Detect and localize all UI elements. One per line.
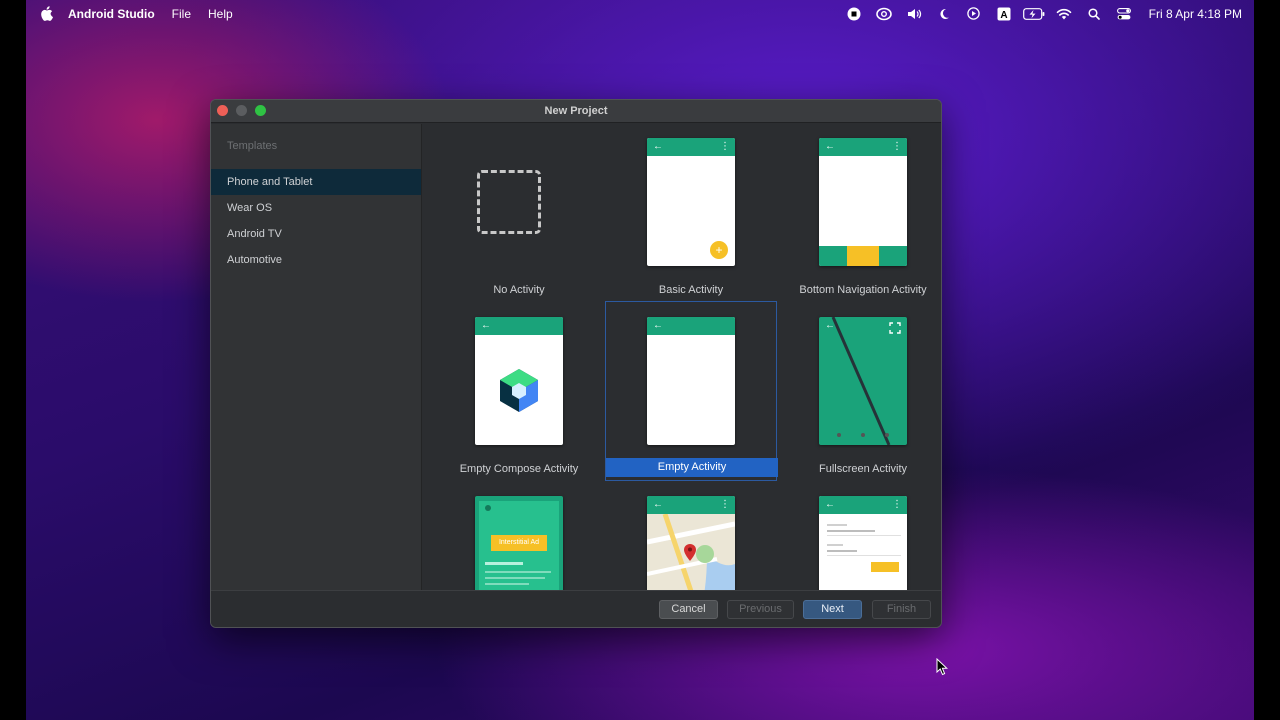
minimize-window-button[interactable]	[236, 105, 247, 116]
template-label: Empty Compose Activity	[459, 463, 579, 475]
templates-header: Templates	[227, 140, 278, 152]
creative-cloud-icon[interactable]	[869, 0, 899, 27]
phone-preview: ←	[647, 317, 735, 445]
window-titlebar[interactable]: New Project	[211, 100, 941, 123]
sidebar-item-phone-and-tablet[interactable]: Phone and Tablet	[211, 169, 421, 195]
templates-sidebar: Templates Phone and Tablet Wear OS Andro…	[211, 124, 422, 590]
back-arrow-icon: ←	[481, 320, 491, 331]
volume-icon[interactable]	[899, 0, 929, 27]
wizard-footer: Cancel Previous Next Finish	[211, 590, 941, 627]
no-activity-icon	[477, 170, 541, 234]
template-bottom-navigation-activity[interactable]: ← ⋮ Bottom Navigation Activity	[777, 124, 941, 303]
battery-icon[interactable]	[1019, 0, 1049, 27]
input-source-icon[interactable]: A	[989, 0, 1019, 27]
wifi-icon[interactable]	[1049, 0, 1079, 27]
phone-preview: ←	[475, 317, 563, 445]
template-interstitial-ad[interactable]: Interstitial Ad	[433, 482, 605, 590]
phone-preview: Interstitial Ad	[475, 496, 563, 590]
back-arrow-icon: ←	[825, 499, 835, 510]
menu-help[interactable]: Help	[208, 7, 233, 21]
map-preview	[647, 514, 735, 590]
overflow-menu-icon: ⋮	[892, 499, 902, 510]
sidebar-item-wear-os[interactable]: Wear OS	[211, 195, 421, 221]
cancel-button[interactable]: Cancel	[659, 600, 718, 619]
previous-button[interactable]: Previous	[727, 600, 794, 619]
phone-preview: ← ⋮	[647, 496, 735, 590]
template-login-activity[interactable]: ← ⋮	[777, 482, 941, 590]
phone-preview: ← ⋮	[819, 138, 907, 266]
template-label: Fullscreen Activity	[818, 463, 908, 475]
next-button[interactable]: Next	[803, 600, 862, 619]
new-project-window: New Project Templates Phone and Tablet W…	[210, 99, 942, 628]
phone-preview: ←	[819, 317, 907, 445]
template-basic-activity[interactable]: ← ⋮ + Basic Activity	[605, 124, 777, 303]
status-area: A Fri 8 Apr 4:18 PM	[839, 0, 1242, 27]
overflow-menu-icon: ⋮	[720, 499, 730, 510]
menu-bar: Android Studio File Help A Fri 8 Apr 4:1…	[26, 0, 1254, 27]
desktop: Android Studio File Help A Fri 8 Apr 4:1…	[26, 0, 1254, 720]
template-label: Empty Activity	[606, 458, 778, 477]
template-label: Basic Activity	[658, 284, 724, 296]
phone-preview: ← ⋮	[819, 496, 907, 590]
overflow-menu-icon: ⋮	[720, 141, 730, 152]
template-empty-compose-activity[interactable]: ← Empty Compose Activity	[433, 303, 605, 482]
close-window-button[interactable]	[217, 105, 228, 116]
mouse-cursor-icon	[936, 658, 948, 676]
fullscreen-icon	[889, 322, 901, 334]
sign-in-button-preview	[871, 562, 899, 572]
spotlight-search-icon[interactable]	[1079, 0, 1109, 27]
template-label: Bottom Navigation Activity	[799, 284, 927, 296]
template-empty-activity[interactable]: ← Empty Activity	[605, 301, 778, 481]
sidebar-item-automotive[interactable]: Automotive	[211, 247, 421, 273]
template-no-activity[interactable]: No Activity	[433, 124, 605, 303]
template-label: No Activity	[493, 284, 545, 296]
menu-file[interactable]: File	[172, 7, 191, 21]
screen-record-icon[interactable]	[839, 0, 869, 27]
back-arrow-icon: ←	[825, 141, 835, 152]
back-arrow-icon: ←	[825, 320, 835, 331]
input-source-label: A	[1000, 10, 1007, 21]
bottom-nav-bar	[819, 246, 907, 266]
phone-preview: ← ⋮ +	[647, 138, 735, 266]
window-title: New Project	[544, 105, 608, 117]
back-arrow-icon: ←	[653, 499, 663, 510]
back-arrow-icon: ←	[653, 141, 663, 152]
template-fullscreen-activity[interactable]: ← Fullscreen Activity	[777, 303, 941, 482]
control-center-icon[interactable]	[1109, 0, 1139, 27]
template-gallery: No Activity ← ⋮ + Basic Activity ← ⋮ Bott	[423, 124, 941, 590]
zoom-window-button[interactable]	[255, 105, 266, 116]
menubar-clock[interactable]: Fri 8 Apr 4:18 PM	[1149, 7, 1242, 21]
play-icon[interactable]	[959, 0, 989, 27]
overflow-menu-icon: ⋮	[892, 141, 902, 152]
interstitial-ad-badge: Interstitial Ad	[491, 535, 547, 551]
app-menu[interactable]: Android Studio	[68, 7, 155, 21]
do-not-disturb-icon[interactable]	[929, 0, 959, 27]
apple-icon[interactable]	[40, 5, 54, 22]
finish-button[interactable]: Finish	[872, 600, 931, 619]
template-maps-activity[interactable]: ← ⋮	[605, 482, 777, 590]
sidebar-item-android-tv[interactable]: Android TV	[211, 221, 421, 247]
back-arrow-icon: ←	[653, 320, 663, 331]
fab-add-icon: +	[710, 241, 728, 259]
jetpack-compose-logo	[500, 369, 538, 412]
